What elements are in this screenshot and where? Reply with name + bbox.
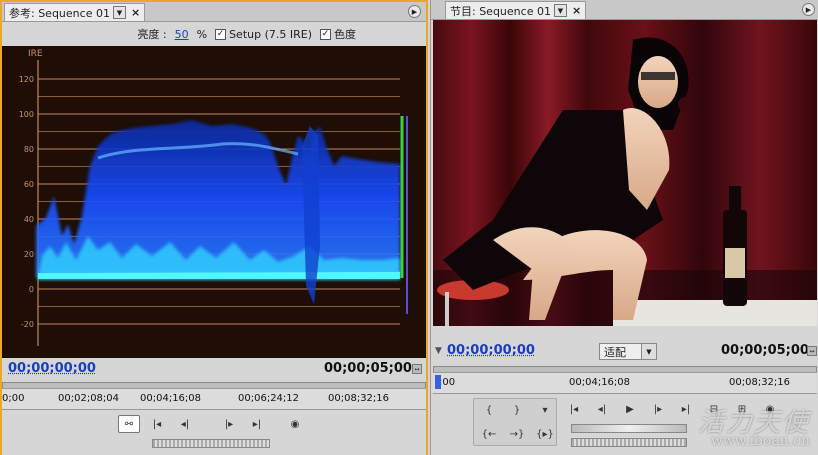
jog-shuttle[interactable] <box>152 439 270 448</box>
set-marker-icon[interactable]: ▾ <box>534 401 556 419</box>
duration-timecode: 00;00;05;00 <box>324 361 412 376</box>
program-current-timecode[interactable]: 00;00;00;00 <box>447 343 535 358</box>
step-forward-to-edit-icon[interactable]: ▸| <box>246 415 268 433</box>
gang-to-program-icon[interactable]: ⚯ <box>118 415 140 433</box>
chevron-down-icon: ▼ <box>641 344 656 359</box>
brightness-unit: % <box>196 27 208 41</box>
program-duration-timecode: 00;00;05;00 <box>721 343 809 358</box>
marker-controls-bottom: {← →} {▸} <box>478 425 556 443</box>
program-timecode-row: ▼ 00;00;00;00 适配 ▼ 00;00;05;00 ↔ <box>431 342 818 362</box>
chroma-checkbox[interactable]: ✓ 色度 <box>320 26 356 42</box>
waveform-trace <box>36 120 400 304</box>
step-back-to-edit-icon[interactable]: |◂ <box>563 400 585 418</box>
ruler-label: ;00 <box>439 377 456 388</box>
tab-program-monitor[interactable]: 节目: Sequence 01 ▼ × <box>445 1 587 19</box>
close-icon[interactable]: × <box>572 4 581 17</box>
panel-menu-icon[interactable]: ▶ <box>802 3 815 16</box>
program-time-ruler[interactable]: ;00 00;04;16;08 00;08;32;16 <box>433 372 817 394</box>
timecode-settings-icon[interactable]: ↔ <box>412 364 422 374</box>
ruler-label: 00;04;16;08 <box>140 393 202 404</box>
ire-tick-label: 60 <box>24 180 34 189</box>
program-tab-bar: 节目: Sequence 01 ▼ × ▶ <box>431 0 818 20</box>
close-icon[interactable]: × <box>131 6 140 19</box>
ire-tick-label: 100 <box>19 110 34 119</box>
step-forward-frame-icon[interactable]: |▸ <box>218 415 240 433</box>
ruler-label: 00;06;24;12 <box>238 393 300 404</box>
go-to-in-icon[interactable]: {← <box>478 425 500 443</box>
shuttle-slider[interactable] <box>571 424 687 433</box>
ire-axis-title: IRE <box>28 49 43 59</box>
ruler-label: 0;00 <box>2 393 25 404</box>
waveform-graph: IRE 120 100 80 60 40 20 0 -20 <box>19 49 408 346</box>
program-video-frame <box>433 20 817 326</box>
current-timecode[interactable]: 00;00;00;00 <box>8 361 96 376</box>
step-back-frame-icon[interactable]: ◂| <box>174 415 196 433</box>
program-tab-label: 节目: Sequence 01 <box>450 4 551 18</box>
reference-transport-controls: ⚯ |◂ ◂| |▸ ▸| ◉ <box>118 415 306 433</box>
play-icon[interactable]: ▶ <box>619 400 641 418</box>
panel-menu-icon[interactable]: ▶ <box>408 5 421 18</box>
ire-tick-label: -20 <box>21 320 34 329</box>
triangle-down-icon[interactable]: ▼ <box>435 346 442 356</box>
watermark: 活力天使 www.iboan.cn <box>698 402 810 449</box>
step-forward-to-edit-icon[interactable]: ▸| <box>675 400 697 418</box>
ire-tick-label: 80 <box>24 145 34 154</box>
tab-reference-monitor[interactable]: 参考: Sequence 01 ▼ × <box>4 3 146 21</box>
scope-toolbar: 亮度 : 50 % ✓ Setup (7.5 IRE) ✓ 色度 <box>2 22 426 46</box>
ire-tick-label: 40 <box>24 215 34 224</box>
checkmark-icon: ✓ <box>215 28 227 40</box>
ire-tick-label: 20 <box>24 250 34 259</box>
step-back-to-edit-icon[interactable]: |◂ <box>146 415 168 433</box>
chevron-down-icon[interactable]: ▼ <box>553 4 567 17</box>
ruler-label: 00;08;32;16 <box>328 393 390 404</box>
video-image <box>433 20 817 326</box>
checkmark-icon: ✓ <box>320 28 331 40</box>
reference-timecode-row: 00;00;00;00 00;00;05;00 ↔ <box>2 360 426 380</box>
play-in-to-out-icon[interactable]: {▸} <box>534 425 556 443</box>
ruler-label: 00;02;08;04 <box>58 393 120 404</box>
output-mode-icon[interactable]: ◉ <box>284 415 306 433</box>
chevron-down-icon[interactable]: ▼ <box>112 6 126 19</box>
ire-tick-label: 0 <box>29 285 34 294</box>
marker-controls-top: { } ▾ <box>478 401 556 419</box>
mark-out-icon[interactable]: } <box>506 401 528 419</box>
step-back-frame-icon[interactable]: ◂| <box>591 400 613 418</box>
reference-tab-label: 参考: Sequence 01 <box>9 6 110 20</box>
program-monitor-panel: 节目: Sequence 01 ▼ × ▶ ▼ 00;00;00;00 适配 ▼… <box>430 0 818 455</box>
ruler-label: 00;08;32;16 <box>729 377 791 388</box>
ruler-label: 00;04;16;08 <box>569 377 631 388</box>
chroma-label: 色度 <box>334 28 356 41</box>
go-to-out-icon[interactable]: →} <box>506 425 528 443</box>
mark-in-icon[interactable]: { <box>478 401 500 419</box>
setup-checkbox[interactable]: ✓ Setup (7.5 IRE) <box>215 28 312 41</box>
reference-monitor-panel: 参考: Sequence 01 ▼ × ▶ 亮度 : 50 % ✓ Setup … <box>0 0 428 455</box>
step-forward-frame-icon[interactable]: |▸ <box>647 400 669 418</box>
timecode-settings-icon[interactable]: ↔ <box>807 346 817 356</box>
jog-disk[interactable] <box>571 438 687 447</box>
brightness-label: 亮度 : <box>137 28 167 41</box>
marker-button-group: { } ▾ {← →} {▸} <box>473 398 557 446</box>
brightness-value[interactable]: 50 <box>175 28 189 41</box>
watermark-url: www.iboan.cn <box>710 433 810 449</box>
time-ruler[interactable]: 0;00 00;02;08;04 00;04;16;08 00;06;24;12… <box>2 388 426 410</box>
setup-label: Setup (7.5 IRE) <box>229 27 312 41</box>
reference-tab-bar: 参考: Sequence 01 ▼ × ▶ <box>2 2 426 22</box>
ire-tick-label: 120 <box>19 75 34 84</box>
playhead-marker[interactable] <box>435 375 441 389</box>
fit-select-value: 适配 <box>604 345 626 359</box>
yc-waveform-scope: IRE 120 100 80 60 40 20 0 -20 <box>2 46 426 358</box>
fit-select[interactable]: 适配 ▼ <box>599 343 657 360</box>
